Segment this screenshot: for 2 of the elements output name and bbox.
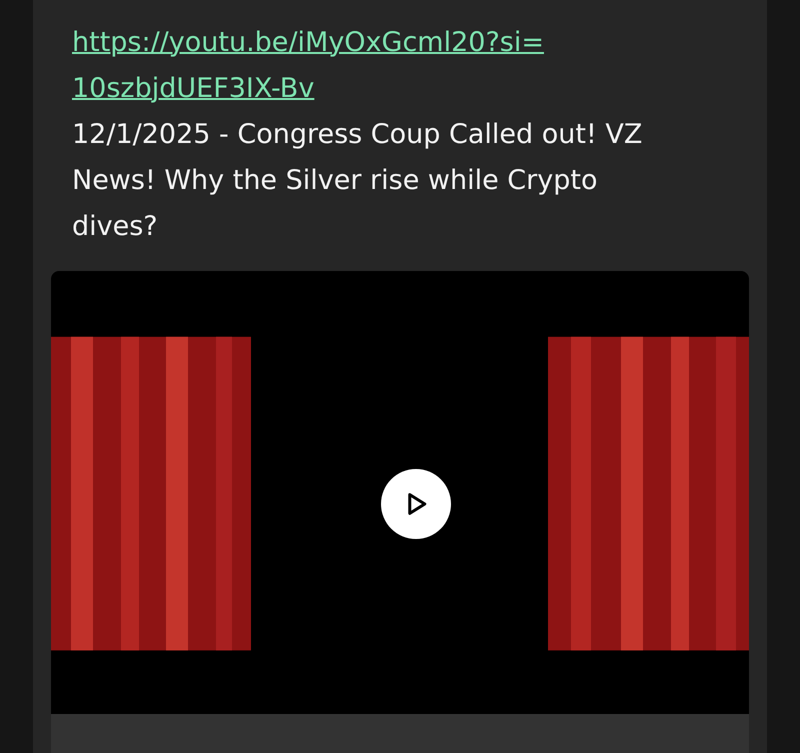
video-link[interactable]: https://youtu.be/iMyOxGcml20?si=10szbjdUEF3IX-Bv	[72, 20, 554, 112]
message-text: 12/1/2025 - Congress Coup Called out! VZ News! Why the Silver rise while Crypto dives?	[72, 118, 644, 244]
